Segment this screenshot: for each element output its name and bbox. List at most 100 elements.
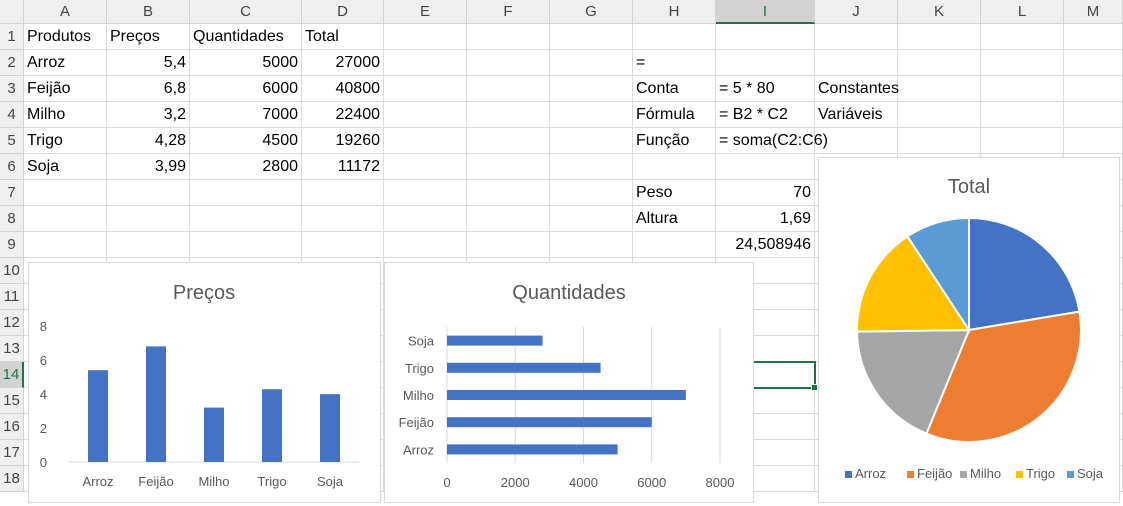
cell-f6[interactable] bbox=[467, 154, 550, 180]
cell-e7[interactable] bbox=[384, 180, 467, 206]
column-header-m[interactable]: M bbox=[1064, 0, 1123, 24]
column-header-f[interactable]: F bbox=[467, 0, 550, 24]
row-header-12[interactable]: 12 bbox=[0, 310, 24, 336]
cell-f7[interactable] bbox=[467, 180, 550, 206]
cell-g1[interactable] bbox=[550, 24, 633, 50]
cell-l4[interactable] bbox=[981, 102, 1064, 128]
column-header-k[interactable]: K bbox=[898, 0, 981, 24]
row-header-4[interactable]: 4 bbox=[0, 102, 24, 128]
row-header-13[interactable]: 13 bbox=[0, 336, 24, 362]
cell-h9[interactable] bbox=[633, 232, 716, 258]
cell-g4[interactable] bbox=[550, 102, 633, 128]
cell-j2[interactable] bbox=[815, 50, 898, 76]
cell-k1[interactable] bbox=[898, 24, 981, 50]
column-header-c[interactable]: C bbox=[190, 0, 302, 24]
cell-b9[interactable] bbox=[107, 232, 190, 258]
column-header-j[interactable]: J bbox=[815, 0, 898, 24]
cell-text-d3: 40800 bbox=[335, 80, 381, 97]
row-header-6[interactable]: 6 bbox=[0, 154, 24, 180]
cell-i6[interactable] bbox=[716, 154, 815, 180]
cell-f5[interactable] bbox=[467, 128, 550, 154]
cell-text-j3: Constantes bbox=[818, 80, 899, 97]
row-header-11[interactable]: 11 bbox=[0, 284, 24, 310]
cell-d9[interactable] bbox=[302, 232, 384, 258]
cell-m2[interactable] bbox=[1064, 50, 1123, 76]
cell-l2[interactable] bbox=[981, 50, 1064, 76]
row-header-1[interactable]: 1 bbox=[0, 24, 24, 50]
cell-c9[interactable] bbox=[190, 232, 302, 258]
cell-c7[interactable] bbox=[190, 180, 302, 206]
row-header-8[interactable]: 8 bbox=[0, 206, 24, 232]
cell-m1[interactable] bbox=[1064, 24, 1123, 50]
row-header-10[interactable]: 10 bbox=[0, 258, 24, 284]
column-header-g[interactable]: G bbox=[550, 0, 633, 24]
row-header-3[interactable]: 3 bbox=[0, 76, 24, 102]
row-header-18[interactable]: 18 bbox=[0, 466, 24, 492]
cell-f2[interactable] bbox=[467, 50, 550, 76]
cell-e3[interactable] bbox=[384, 76, 467, 102]
cell-g5[interactable] bbox=[550, 128, 633, 154]
cell-m3[interactable] bbox=[1064, 76, 1123, 102]
cell-g2[interactable] bbox=[550, 50, 633, 76]
row-header-15[interactable]: 15 bbox=[0, 388, 24, 414]
row-header-9[interactable]: 9 bbox=[0, 232, 24, 258]
row-header-7[interactable]: 7 bbox=[0, 180, 24, 206]
cell-e4[interactable] bbox=[384, 102, 467, 128]
cell-c8[interactable] bbox=[190, 206, 302, 232]
cell-e2[interactable] bbox=[384, 50, 467, 76]
column-header-h[interactable]: H bbox=[633, 0, 716, 24]
cell-m5[interactable] bbox=[1064, 128, 1123, 154]
cell-l5[interactable] bbox=[981, 128, 1064, 154]
row-header-2[interactable]: 2 bbox=[0, 50, 24, 76]
cell-e1[interactable] bbox=[384, 24, 467, 50]
row-header-17[interactable]: 17 bbox=[0, 440, 24, 466]
column-header-i[interactable]: I bbox=[716, 0, 815, 24]
select-all-corner[interactable] bbox=[0, 0, 24, 24]
cell-a9[interactable] bbox=[24, 232, 107, 258]
cell-m4[interactable] bbox=[1064, 102, 1123, 128]
cell-h1[interactable] bbox=[633, 24, 716, 50]
cell-a8[interactable] bbox=[24, 206, 107, 232]
cell-g9[interactable] bbox=[550, 232, 633, 258]
cell-g7[interactable] bbox=[550, 180, 633, 206]
column-header-e[interactable]: E bbox=[384, 0, 467, 24]
cell-f4[interactable] bbox=[467, 102, 550, 128]
cell-k4[interactable] bbox=[898, 102, 981, 128]
cell-d8[interactable] bbox=[302, 206, 384, 232]
chart-quantidades[interactable]: Quantidades 0 2000 4000 6000 8000 Arroz Feijão M… bbox=[384, 262, 754, 503]
cell-e5[interactable] bbox=[384, 128, 467, 154]
cell-h2[interactable] bbox=[633, 50, 716, 76]
column-header-l[interactable]: L bbox=[981, 0, 1064, 24]
cell-j1[interactable] bbox=[815, 24, 898, 50]
cell-e8[interactable] bbox=[384, 206, 467, 232]
row-header-14[interactable]: 14 bbox=[0, 362, 24, 388]
row-header-16[interactable]: 16 bbox=[0, 414, 24, 440]
cell-l1[interactable] bbox=[981, 24, 1064, 50]
cell-k3[interactable] bbox=[898, 76, 981, 102]
cell-e9[interactable] bbox=[384, 232, 467, 258]
cell-i2[interactable] bbox=[716, 50, 815, 76]
chart-total[interactable]: Total Arroz Feijão Milho Trigo Soja bbox=[818, 157, 1120, 503]
cell-i1[interactable] bbox=[716, 24, 815, 50]
cell-b8[interactable] bbox=[107, 206, 190, 232]
cell-k2[interactable] bbox=[898, 50, 981, 76]
cell-d7[interactable] bbox=[302, 180, 384, 206]
row-header-5[interactable]: 5 bbox=[0, 128, 24, 154]
cell-l3[interactable] bbox=[981, 76, 1064, 102]
cell-h6[interactable] bbox=[633, 154, 716, 180]
column-header-d[interactable]: D bbox=[302, 0, 384, 24]
cell-b7[interactable] bbox=[107, 180, 190, 206]
cell-g8[interactable] bbox=[550, 206, 633, 232]
cell-g6[interactable] bbox=[550, 154, 633, 180]
cell-f3[interactable] bbox=[467, 76, 550, 102]
column-header-a[interactable]: A bbox=[24, 0, 107, 24]
cell-f1[interactable] bbox=[467, 24, 550, 50]
chart-precos[interactable]: Preços 0 2 4 6 8 Arroz Feijão Milho Trigo Soja bbox=[28, 262, 381, 503]
cell-g3[interactable] bbox=[550, 76, 633, 102]
cell-f8[interactable] bbox=[467, 206, 550, 232]
cell-k5[interactable] bbox=[898, 128, 981, 154]
cell-e6[interactable] bbox=[384, 154, 467, 180]
cell-a7[interactable] bbox=[24, 180, 107, 206]
cell-f9[interactable] bbox=[467, 232, 550, 258]
column-header-b[interactable]: B bbox=[107, 0, 190, 24]
